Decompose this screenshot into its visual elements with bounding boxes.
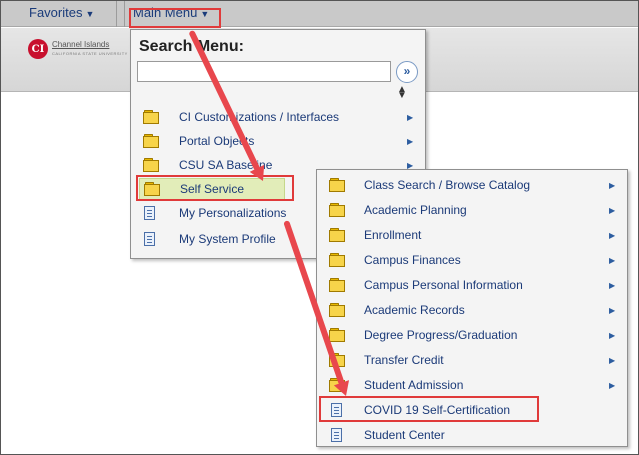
- menu-item-ci-customizations[interactable]: CI Customizations / Interfaces ▶: [131, 106, 425, 128]
- menu-item-label: Portal Objects: [179, 134, 255, 148]
- folder-icon: [329, 378, 345, 392]
- page-icon: [331, 403, 342, 417]
- channel-islands-logo[interactable]: CI Channel Islands CALIFORNIA STATE UNIV…: [28, 34, 128, 64]
- favorites-menu[interactable]: Favorites ▼: [29, 5, 94, 20]
- chevron-right-icon: ▶: [609, 380, 616, 390]
- submenu-item-label: Academic Records: [364, 303, 465, 317]
- chevron-right-icon: ▶: [609, 355, 616, 365]
- chevron-right-icon: ▶: [609, 330, 616, 340]
- folder-icon: [329, 228, 345, 242]
- folder-icon: [329, 353, 345, 367]
- submenu-item-student-admission[interactable]: Student Admission ▶: [317, 374, 627, 396]
- logo-name: Channel Islands: [52, 40, 110, 49]
- submenu-item-academic-planning[interactable]: Academic Planning ▶: [317, 199, 627, 221]
- chevron-right-icon: ▶: [609, 255, 616, 265]
- page-icon: [144, 232, 155, 246]
- logo-subtext: CALIFORNIA STATE UNIVERSITY: [52, 51, 128, 56]
- chevron-right-icon: ▶: [609, 230, 616, 240]
- chevron-right-icon: ▶: [609, 205, 616, 215]
- submenu-item-class-search[interactable]: Class Search / Browse Catalog ▶: [317, 174, 627, 196]
- chevron-right-icon: ▶: [407, 112, 414, 122]
- submenu-item-enrollment[interactable]: Enrollment ▶: [317, 224, 627, 246]
- submenu-item-label: Class Search / Browse Catalog: [364, 178, 531, 192]
- page-icon: [331, 428, 342, 442]
- menu-item-label: My System Profile: [179, 232, 276, 246]
- submenu-item-label: Student Admission: [364, 378, 464, 392]
- folder-icon: [329, 278, 345, 292]
- chevron-right-icon: ▶: [609, 280, 616, 290]
- menu-divider: [116, 1, 117, 27]
- submenu-item-degree-progress[interactable]: Degree Progress/Graduation ▶: [317, 324, 627, 346]
- logo-mark: CI: [28, 39, 48, 59]
- main-menu[interactable]: Main Menu ▼: [130, 5, 212, 20]
- chevron-down-icon: ▼: [200, 9, 210, 19]
- submenu-item-campus-finances[interactable]: Campus Finances ▶: [317, 249, 627, 271]
- self-service-submenu: Class Search / Browse Catalog ▶ Academic…: [316, 169, 628, 447]
- favorites-label: Favorites: [29, 5, 83, 20]
- search-menu-input[interactable]: [137, 61, 391, 82]
- submenu-item-covid-19-self-certification[interactable]: COVID 19 Self-Certification: [317, 399, 627, 421]
- menu-item-portal-objects[interactable]: Portal Objects ▶: [131, 130, 425, 152]
- page-icon: [144, 206, 155, 220]
- chevron-down-icon: ▼: [85, 9, 95, 19]
- menu-divider: [124, 1, 125, 27]
- menu-item-label: Self Service: [180, 182, 245, 196]
- search-menu-title: Search Menu:: [139, 38, 244, 55]
- chevron-right-icon: ▶: [609, 180, 616, 190]
- folder-icon: [143, 134, 159, 148]
- main-menu-label: Main Menu: [133, 5, 198, 20]
- submenu-item-label: Degree Progress/Graduation: [364, 328, 518, 342]
- submenu-item-campus-personal-information[interactable]: Campus Personal Information ▶: [317, 274, 627, 296]
- folder-icon: [143, 110, 159, 124]
- menu-item-label: CI Customizations / Interfaces: [179, 110, 340, 124]
- folder-icon: [329, 178, 345, 192]
- submenu-item-label: Transfer Credit: [364, 353, 444, 367]
- submenu-item-label: Academic Planning: [364, 203, 467, 217]
- chevron-right-icon: ▶: [609, 305, 616, 315]
- folder-icon: [143, 158, 159, 172]
- submenu-item-label: Enrollment: [364, 228, 422, 242]
- folder-icon: [329, 203, 345, 217]
- top-navigation-bar: Favorites ▼ Main Menu ▼: [1, 1, 638, 27]
- submenu-item-transfer-credit[interactable]: Transfer Credit ▶: [317, 349, 627, 371]
- submenu-item-label: Student Center: [364, 428, 445, 442]
- menu-item-self-service[interactable]: Self Service: [139, 178, 285, 200]
- menu-item-label: CSU SA Baseline: [179, 158, 273, 172]
- folder-icon: [144, 182, 160, 196]
- menu-item-label: My Personalizations: [179, 206, 287, 220]
- folder-icon: [329, 303, 345, 317]
- submenu-item-label: COVID 19 Self-Certification: [364, 403, 511, 417]
- folder-icon: [329, 253, 345, 267]
- folder-icon: [329, 328, 345, 342]
- double-chevron-right-icon[interactable]: »: [396, 61, 418, 83]
- submenu-item-label: Campus Finances: [364, 253, 461, 267]
- chevron-right-icon: ▶: [407, 136, 414, 146]
- submenu-item-student-center[interactable]: Student Center: [317, 424, 627, 446]
- submenu-item-label: Campus Personal Information: [364, 278, 523, 292]
- submenu-item-academic-records[interactable]: Academic Records ▶: [317, 299, 627, 321]
- sort-icon[interactable]: ▲ ▼: [397, 85, 411, 101]
